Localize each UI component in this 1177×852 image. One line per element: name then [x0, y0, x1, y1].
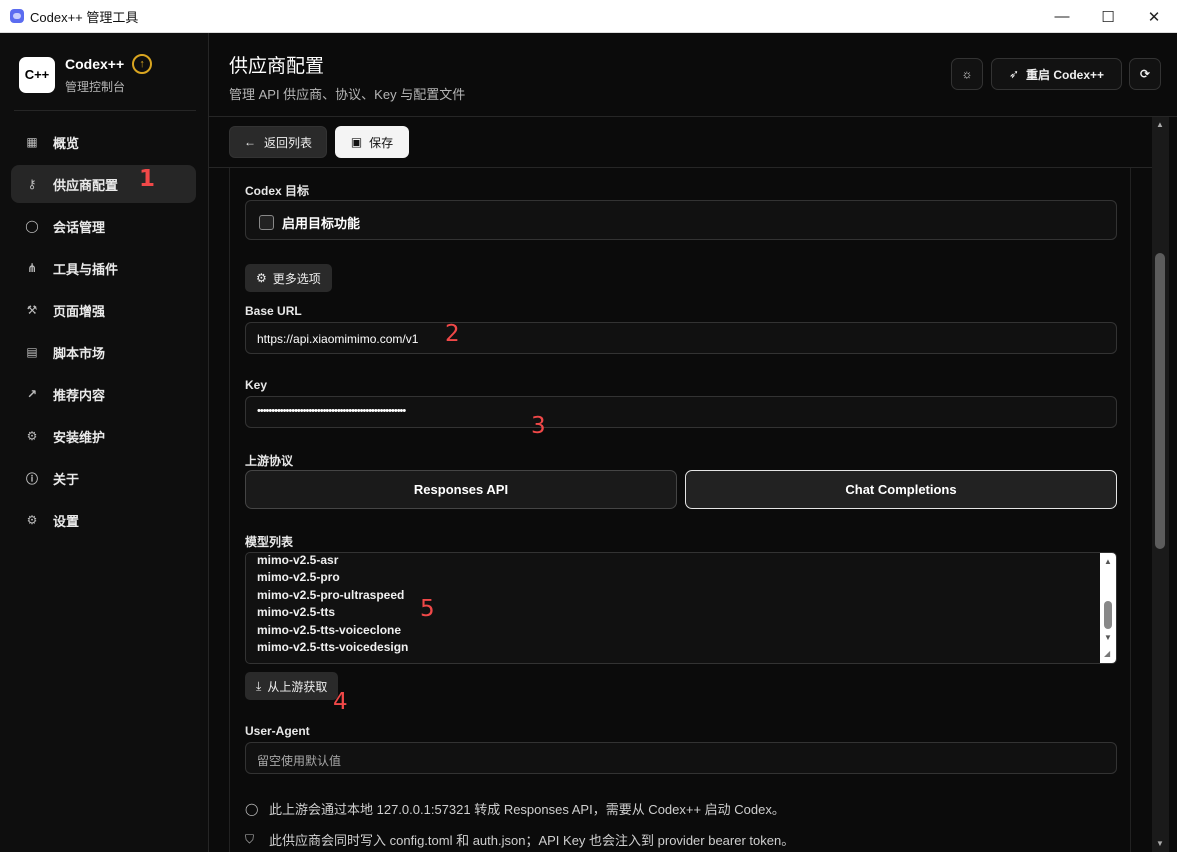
base-url-label: Base URL	[245, 304, 302, 318]
restart-button[interactable]: ➶ 重启 Codex++	[991, 58, 1122, 90]
note-config-files: ⛉ 此供应商会同时写入 config.toml 和 auth.json；API …	[245, 832, 795, 848]
arrow-left-icon: ←	[243, 135, 256, 149]
models-scroll-thumb[interactable]	[1104, 601, 1112, 629]
scroll-down-icon[interactable]: ▼	[1156, 839, 1164, 848]
models-scrollbar[interactable]: ▲ ▼ ◢	[1100, 553, 1116, 663]
page-subtitle: 管理 API 供应商、协议、Key 与配置文件	[229, 87, 466, 102]
app-icon	[10, 9, 24, 23]
model-item: mimo-v2.5-tts	[257, 605, 336, 619]
annotation-3: 3	[531, 413, 546, 439]
annotation-5: 5	[420, 596, 435, 622]
base-url-value: https://api.xiaomimimo.com/v1	[257, 332, 419, 346]
sidebar-item-recommend[interactable]: ↗ 推荐内容	[11, 375, 196, 413]
hammer-icon: ⚒	[26, 303, 38, 317]
annotation-2: 2	[445, 321, 460, 347]
theme-toggle-button[interactable]: ☼	[951, 58, 983, 90]
sidebar-item-tools[interactable]: ⋔ 工具与插件	[11, 249, 196, 287]
toolbar: ← 返回列表 ▣ 保存	[209, 117, 1152, 168]
codex-target-label: Codex 目标	[245, 184, 310, 198]
minimize-button[interactable]: —	[1039, 0, 1085, 33]
download-icon: ⤓	[256, 678, 262, 693]
save-icon: ▣	[350, 135, 363, 149]
model-item: mimo-v2.5-pro	[257, 570, 340, 584]
provider-form: Codex 目标 启用目标功能 ⚙ 更多选项 Base URL https://…	[229, 168, 1131, 852]
scroll-down-icon[interactable]: ▼	[1104, 633, 1112, 642]
window-controls: — ☐ ✕	[1039, 0, 1177, 33]
sidebar-item-sessions[interactable]: ◯ 会话管理	[11, 207, 196, 245]
wrench-icon: ⚙	[26, 429, 38, 443]
sidebar-item-about[interactable]: ⓘ 关于	[11, 459, 196, 497]
model-item: mimo-v2.5-asr	[257, 553, 339, 567]
key-value: ••••••••••••••••••••••••••••••••••••••••…	[257, 405, 406, 417]
protocol-option-responses[interactable]: Responses API	[245, 470, 677, 509]
file-code-icon: ▤	[26, 345, 38, 359]
user-agent-placeholder: 留空使用默认值	[257, 754, 342, 768]
model-item: mimo-v2.5-pro-ultraspeed	[257, 588, 405, 602]
protocol-option-chat-completions[interactable]: Chat Completions	[685, 470, 1117, 509]
sidebar-item-scripts[interactable]: ▤ 脚本市场	[11, 333, 196, 371]
note-local-proxy: ◯ 此上游会通过本地 127.0.0.1:57321 转成 Responses …	[245, 801, 785, 818]
window-title: Codex++ 管理工具	[30, 9, 139, 25]
main-scrollbar[interactable]: ▲ ▼	[1152, 117, 1169, 852]
scroll-up-icon[interactable]: ▲	[1156, 120, 1164, 129]
model-item: mimo-v2.5-tts-voiceclone	[257, 623, 402, 637]
annotation-4: 4	[333, 689, 348, 715]
codex-target-box: 启用目标功能	[245, 200, 1117, 240]
base-url-input[interactable]: https://api.xiaomimimo.com/v1	[245, 322, 1117, 354]
sidebar-item-settings[interactable]: ⚙ 设置	[11, 501, 196, 539]
sidebar-item-install[interactable]: ⚙ 安装维护	[11, 417, 196, 455]
external-link-icon: ↗	[26, 387, 38, 401]
rocket-icon: ➶	[1008, 67, 1020, 81]
page-header: 供应商配置 管理 API 供应商、协议、Key 与配置文件 ☼ ➶ 重启 Cod…	[209, 33, 1177, 117]
scroll-up-icon[interactable]: ▲	[1104, 557, 1112, 566]
save-button[interactable]: ▣ 保存	[335, 126, 409, 158]
refresh-button[interactable]: ⟳	[1129, 58, 1161, 90]
model-item: mimo-v2.5-tts-voicedesign	[257, 640, 409, 654]
fetch-upstream-button[interactable]: ⤓ 从上游获取	[245, 672, 339, 700]
grid-icon: ▦	[26, 135, 38, 149]
sidebar-nav: ▦ 概览 ⚷ 供应商配置 1 ◯ 会话管理 ⋔ 工具与插件 ⚒ 页面增强 ▤ 脚本市场 ↗ 推荐…	[11, 123, 196, 543]
annotation-1: 1	[139, 166, 156, 192]
brand: C++ Codex++ ↑ 管理控制台	[19, 54, 153, 95]
sidebar: C++ Codex++ ↑ 管理控制台 ▦ 概览 ⚷ 供应商配置 1 ◯ 会话管理 ⋔ 工…	[0, 33, 209, 852]
checkbox-icon	[259, 215, 274, 230]
upgrade-icon[interactable]: ↑	[132, 54, 153, 74]
sidebar-item-enhance[interactable]: ⚒ 页面增强	[11, 291, 196, 329]
gear-icon: ⚙	[256, 271, 267, 285]
more-options-button[interactable]: ⚙ 更多选项	[245, 264, 332, 292]
back-to-list-button[interactable]: ← 返回列表	[229, 126, 327, 158]
page-title: 供应商配置	[229, 56, 325, 77]
key-icon: ⚷	[27, 177, 37, 191]
sidebar-item-overview[interactable]: ▦ 概览	[11, 123, 196, 161]
key-label: Key	[245, 378, 268, 392]
close-button[interactable]: ✕	[1131, 0, 1177, 33]
network-icon: ⋔	[26, 261, 38, 275]
brand-subtitle: 管理控制台	[65, 80, 126, 94]
models-label: 模型列表	[245, 535, 294, 549]
gear-icon: ⚙	[26, 513, 38, 527]
brand-name: Codex++	[65, 56, 125, 72]
sun-icon: ☼	[961, 67, 973, 81]
user-agent-label: User-Agent	[245, 724, 310, 738]
maximize-button[interactable]: ☐	[1085, 0, 1131, 33]
chat-icon: ◯	[245, 801, 259, 816]
key-input[interactable]: ••••••••••••••••••••••••••••••••••••••••…	[245, 396, 1117, 428]
sidebar-item-providers[interactable]: ⚷ 供应商配置 1	[11, 165, 196, 203]
sidebar-divider	[14, 110, 196, 111]
refresh-icon: ⟳	[1139, 67, 1151, 81]
logo: C++	[19, 56, 55, 93]
models-textarea[interactable]: mimo-v2.5-asr mimo-v2.5-pro mimo-v2.5-pr…	[245, 552, 1117, 664]
user-agent-input[interactable]: 留空使用默认值	[245, 742, 1117, 774]
info-icon: ⓘ	[25, 471, 38, 486]
shield-icon: ⛉	[245, 832, 255, 846]
enable-target-checkbox[interactable]: 启用目标功能	[259, 213, 360, 232]
protocol-label: 上游协议	[245, 454, 294, 468]
chat-icon: ◯	[25, 219, 39, 233]
title-bar: Codex++ 管理工具 — ☐ ✕	[0, 0, 1177, 33]
main-scroll-thumb[interactable]	[1155, 253, 1165, 549]
resize-grip-icon[interactable]: ◢	[1104, 649, 1110, 658]
